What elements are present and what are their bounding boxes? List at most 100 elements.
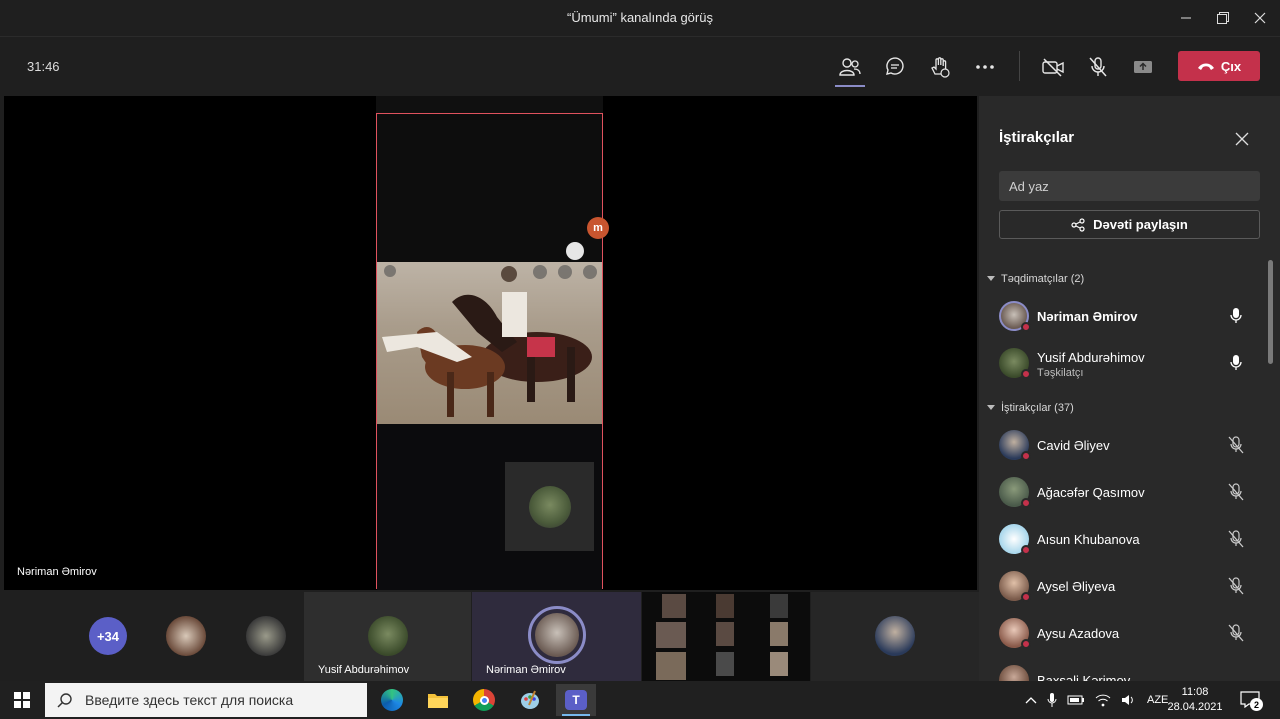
battery-icon[interactable] <box>1067 693 1085 707</box>
meeting-toolbar: 31:46 Çıx <box>0 37 1280 95</box>
participant-name: Aysel Əliyeva <box>1037 579 1116 594</box>
participant-name: Ağacəfər Qasımov <box>1037 485 1145 500</box>
participant-row[interactable]: Baxşəli Kərimov <box>999 660 1269 681</box>
status-dot <box>1021 498 1031 508</box>
film-reel-icon <box>566 242 584 260</box>
taskbar-search-placeholder: Введите здесь текст для поиска <box>85 692 294 708</box>
tile-name: Nəriman Əmirov <box>486 664 566 676</box>
more-actions-button[interactable] <box>970 52 1000 82</box>
hang-up-icon <box>1197 63 1214 70</box>
taskbar-clock[interactable]: 11:08 28.04.2021 <box>1163 685 1227 715</box>
participant-row[interactable]: Aısun Khubanova <box>999 519 1269 559</box>
meeting-timer: 31:46 <box>27 59 60 74</box>
gallery-thumbnails <box>656 594 788 680</box>
clock-time: 11:08 <box>1181 686 1209 698</box>
panel-title: İştirakçılar <box>999 129 1075 146</box>
more-icon <box>976 65 994 69</box>
avatar <box>999 477 1031 508</box>
participant-row[interactable]: Aysu Azadova <box>999 613 1269 653</box>
close-window-button[interactable] <box>1242 6 1278 30</box>
people-icon <box>839 58 861 76</box>
chevron-down-icon <box>987 276 995 281</box>
mic-off-icon <box>1227 624 1245 642</box>
file-explorer-app[interactable] <box>418 684 458 716</box>
participant-row[interactable]: Cavid Əliyev <box>999 425 1269 465</box>
leave-button[interactable]: Çıx <box>1178 51 1260 81</box>
volume-icon[interactable] <box>1121 693 1137 707</box>
video-tile[interactable]: Yusif Abdurəhimov <box>304 592 471 681</box>
edge-icon <box>381 689 403 711</box>
chrome-app[interactable] <box>464 684 504 716</box>
participant-search-input[interactable] <box>999 171 1260 201</box>
chat-icon <box>886 57 904 75</box>
participant-name: Nəriman Əmirov <box>1037 309 1138 324</box>
horse-riders-photo <box>377 262 602 424</box>
microphone-icon[interactable] <box>1047 692 1057 708</box>
participant-row[interactable]: Yusif Abdurəhimov Təşkilatçı <box>999 343 1269 383</box>
teams-app[interactable]: T <box>556 684 596 716</box>
palette-icon <box>521 690 539 709</box>
minimize-icon <box>1181 17 1191 19</box>
folder-icon <box>428 694 448 708</box>
panel-scrollbar[interactable] <box>1268 260 1273 364</box>
raise-hand-button[interactable] <box>924 52 954 82</box>
notification-center-button[interactable]: 2 <box>1240 690 1263 711</box>
mic-off-icon <box>1227 436 1245 454</box>
raise-hand-icon <box>931 57 950 78</box>
video-tile-active[interactable]: Nəriman Əmirov <box>472 592 641 681</box>
search-icon <box>57 693 72 708</box>
chevron-up-icon[interactable] <box>1025 696 1037 704</box>
maximize-button[interactable] <box>1205 6 1241 30</box>
leave-label: Çıx <box>1220 58 1242 74</box>
participant-row[interactable]: Aysel Əliyeva <box>999 566 1269 606</box>
avatar[interactable] <box>166 616 206 656</box>
close-icon <box>1235 132 1249 146</box>
avatar <box>999 618 1031 649</box>
more-participants-button[interactable]: +34 <box>89 617 127 655</box>
section-label: İştirakçılar (37) <box>1001 402 1074 414</box>
tile-name: Yusif Abdurəhimov <box>318 664 410 676</box>
self-video-preview <box>505 462 594 551</box>
title-bar: “Ümumi” kanalında görüş <box>0 0 1280 37</box>
avatar <box>999 348 1031 379</box>
invite-label: Dəvəti paylaşın <box>1093 217 1188 232</box>
paint-app[interactable] <box>510 684 550 716</box>
shared-content[interactable]: m <box>376 113 609 590</box>
mic-on-icon <box>1227 354 1245 372</box>
windows-logo-icon <box>14 692 30 708</box>
share-tray-icon <box>1134 61 1152 73</box>
presenters-header[interactable]: Təqdimatçılar (2) <box>987 273 1084 285</box>
share-invite-button[interactable]: Dəvəti paylaşın <box>999 210 1260 239</box>
minimize-button[interactable] <box>1168 6 1204 30</box>
participants-panel: İştirakçılar Dəvəti paylaşın Təqdimatçıl… <box>979 96 1280 681</box>
status-dot <box>1021 451 1031 461</box>
close-panel-button[interactable] <box>1235 132 1255 152</box>
shared-top-area: m <box>377 114 609 262</box>
participant-name: Baxşəli Kərimov <box>1037 673 1131 681</box>
share-screen-button[interactable] <box>1128 52 1158 82</box>
video-tile-gallery[interactable] <box>642 592 810 681</box>
chat-button[interactable] <box>880 52 910 82</box>
wifi-icon[interactable] <box>1095 693 1111 707</box>
taskbar-search-box[interactable]: Введите здесь текст для поиска <box>45 683 367 717</box>
attendees-header[interactable]: İştirakçılar (37) <box>987 402 1074 414</box>
restore-icon <box>1217 12 1229 24</box>
mic-toggle-button[interactable] <box>1083 52 1113 82</box>
edge-app[interactable] <box>372 684 412 716</box>
participant-row[interactable]: Ağacəfər Qasımov <box>999 472 1269 512</box>
participant-name: Aysu Azadova <box>1037 626 1120 641</box>
video-tile[interactable] <box>811 592 979 681</box>
shared-bottom-area <box>377 424 602 590</box>
close-icon <box>1254 12 1266 24</box>
mic-on-icon <box>1227 307 1245 325</box>
system-tray: AZE <box>1025 681 1168 719</box>
avatar <box>875 616 915 656</box>
mic-off-icon <box>1227 530 1245 548</box>
avatar[interactable] <box>246 616 286 656</box>
mic-off-icon <box>1089 57 1107 77</box>
participants-button[interactable] <box>835 52 865 87</box>
camera-toggle-button[interactable] <box>1038 52 1068 82</box>
start-button[interactable] <box>2 684 42 716</box>
toolbar-separator <box>1019 51 1020 81</box>
participant-row[interactable]: Nəriman Əmirov <box>999 296 1269 336</box>
